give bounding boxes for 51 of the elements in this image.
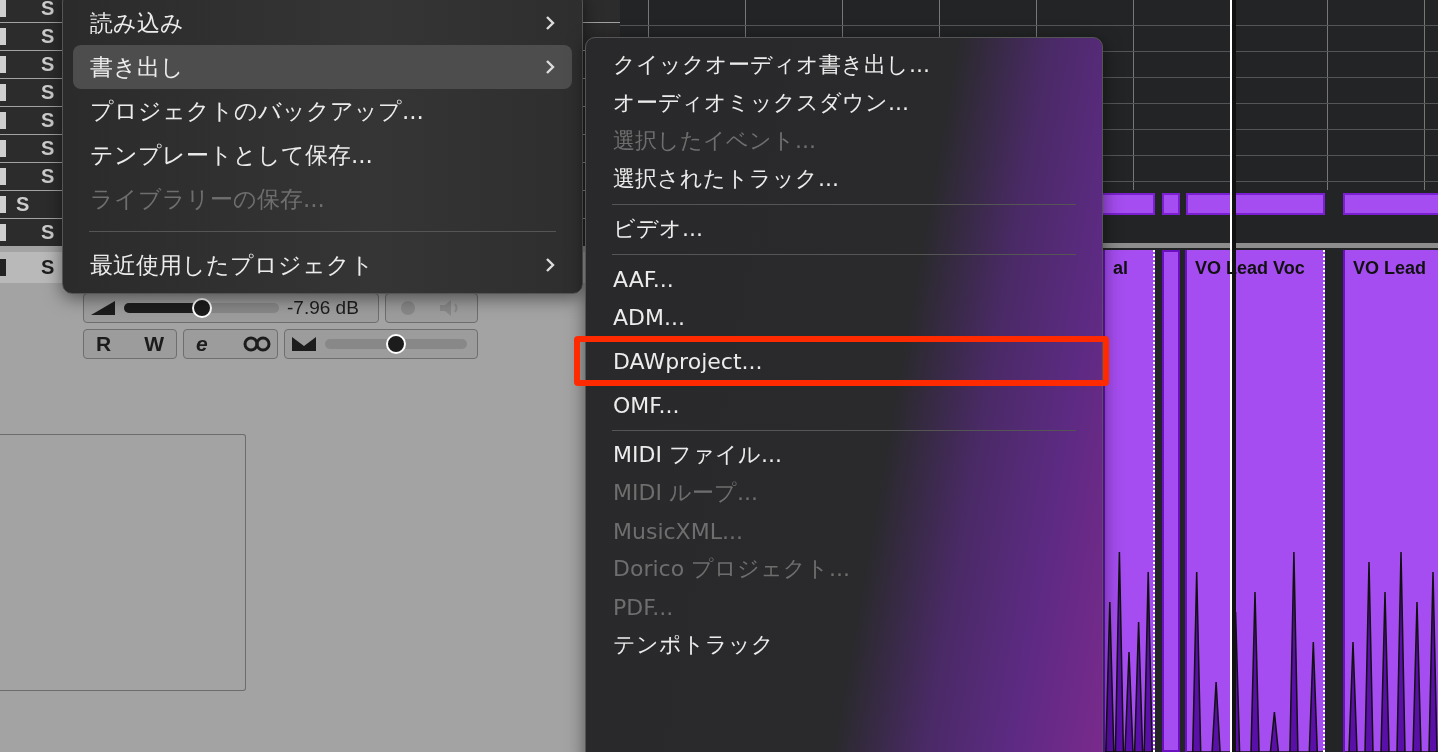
menu-item[interactable]: 読み込み (73, 1, 572, 45)
solo-button[interactable]: S (37, 81, 59, 104)
track-color-bar (0, 140, 6, 157)
volume-slider[interactable] (124, 298, 279, 318)
slider-thumb[interactable] (191, 298, 212, 318)
volume-icon (90, 300, 116, 316)
pan-slider[interactable] (325, 334, 467, 354)
track-color-bar (0, 112, 6, 129)
menu-item[interactable]: 書き出し (73, 45, 572, 89)
solo-button[interactable]: S (37, 137, 59, 160)
automation-button[interactable]: W (138, 332, 170, 356)
event-title: al (1113, 258, 1128, 279)
menu-item[interactable]: クイックオーディオ書き出し... (596, 46, 1092, 84)
solo-button[interactable]: S (37, 0, 59, 20)
track-color-bar (0, 259, 6, 276)
menu-item[interactable]: 選択されたトラック... (596, 160, 1092, 198)
solo-button[interactable]: S (37, 221, 59, 244)
solo-button[interactable]: S (37, 109, 59, 132)
event-block[interactable] (1186, 193, 1325, 215)
automation-button[interactable]: R (90, 332, 118, 356)
edit-button[interactable]: e (190, 332, 214, 356)
solo-button[interactable]: S (37, 53, 59, 76)
menu-item[interactable]: ADM... (596, 298, 1092, 336)
solo-button[interactable]: S (12, 193, 34, 216)
menu-item[interactable]: DAWproject... (596, 342, 1093, 380)
menu-item[interactable]: MIDI ファイル... (596, 436, 1092, 474)
solo-button[interactable]: S (37, 165, 59, 188)
menu-item[interactable]: OMF... (596, 386, 1092, 424)
menu-item[interactable]: 最近使用したプロジェクト (73, 243, 572, 287)
audio-event[interactable]: al (1103, 250, 1155, 752)
menu-item[interactable]: テンポトラック (596, 626, 1092, 664)
track-color-bar (0, 28, 6, 45)
track-color-bar (0, 56, 6, 73)
slider-thumb[interactable] (386, 334, 406, 354)
solo-button[interactable]: S (37, 25, 59, 48)
track-color-bar (0, 224, 6, 241)
track-color-bar (0, 196, 6, 213)
event-title: VO Lead (1353, 258, 1427, 279)
track-color-bar (0, 168, 6, 185)
track-color-bar (0, 84, 6, 101)
track-color-bar (0, 0, 6, 17)
menu-item[interactable]: テンプレートとして保存... (73, 133, 572, 177)
volume-reading: -7.96 dB (287, 297, 359, 319)
link-icon[interactable] (243, 336, 271, 352)
solo-button[interactable]: S (37, 256, 59, 279)
menu-item[interactable]: AAF... (596, 260, 1092, 298)
pan-icon (291, 336, 317, 352)
menu-item[interactable]: オーディオミックスダウン... (596, 84, 1092, 122)
audio-event[interactable]: VO Lead (1343, 250, 1438, 752)
menu-item[interactable]: プロジェクトのバックアップ... (73, 89, 572, 133)
menu-item[interactable]: ビデオ... (596, 210, 1092, 248)
